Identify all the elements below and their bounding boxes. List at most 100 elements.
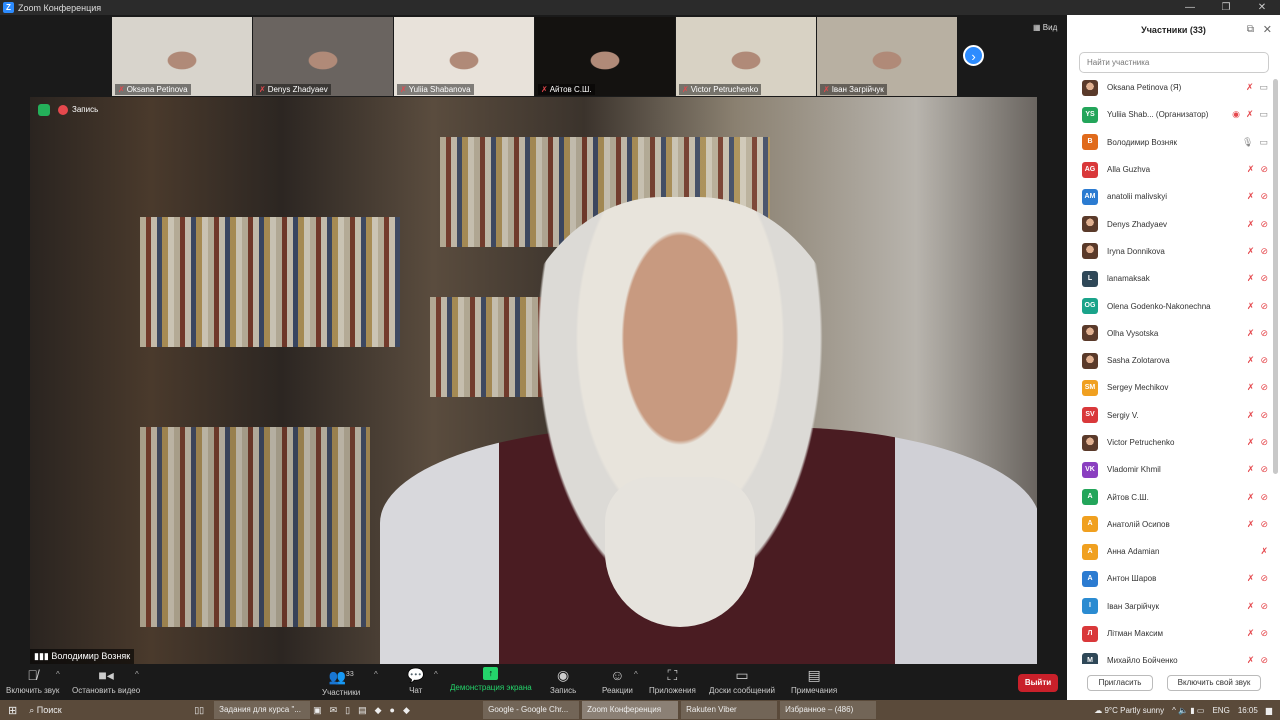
participant-thumbnail[interactable]: ✗ Oksana Petinova <box>112 17 252 96</box>
task-view-icon[interactable]: ▯▯ <box>194 705 204 716</box>
participant-row[interactable]: Л Літман Максим ✗ ⊘ <box>1067 620 1272 647</box>
muted-mic-icon: ✗ <box>1246 300 1255 311</box>
participant-name: Іван Загрійчук <box>1107 601 1160 611</box>
participant-thumbnail[interactable]: ✗ Айтов С.Ш. <box>535 17 675 96</box>
minimize-button[interactable]: — <box>1172 0 1208 15</box>
video-off-icon: ⊘ <box>1260 164 1268 175</box>
taskbar-app-chrome[interactable]: Google - Google Chr... <box>483 701 580 719</box>
participant-row[interactable]: І Іван Загрійчук ✗ ⊘ <box>1067 593 1272 620</box>
reactions-button[interactable]: ☺ Реакции <box>602 667 633 695</box>
participant-row[interactable]: Victor Petruchenko ✗ ⊘ <box>1067 429 1272 456</box>
record-button[interactable]: ◉ Запись <box>550 667 576 695</box>
video-off-icon: ⊘ <box>1260 573 1268 584</box>
participant-row[interactable]: VK Vladomir Khmil ✗ ⊘ <box>1067 456 1272 483</box>
video-off-icon: ⊘ <box>1260 382 1268 393</box>
share-screen-button[interactable]: ↑ Демонстрация экрана <box>450 667 532 692</box>
pinned-apps[interactable]: ▣✉▯▤◆●◆ <box>313 705 483 716</box>
unmute-myself-button[interactable]: Включить свой звук <box>1167 675 1261 691</box>
tray-icons[interactable]: ^ 🔈 ▮ ▭ <box>1172 706 1204 715</box>
chat-caret[interactable]: ^ <box>434 670 438 679</box>
notifications-icon[interactable]: ▆ <box>1266 706 1272 715</box>
participant-name: Антон Шаров <box>1107 574 1157 584</box>
popout-icon[interactable]: ⧉ <box>1247 24 1254 35</box>
participant-row[interactable]: Sasha Zolotarova ✗ ⊘ <box>1067 347 1272 374</box>
stop-video-button[interactable]: ■◂ Остановить видео <box>72 667 140 695</box>
video-camera-icon: ■◂ <box>98 667 114 683</box>
participant-name: Sergiy V. <box>1107 410 1139 420</box>
apps-button[interactable]: ⛶ Приложения <box>649 667 696 695</box>
recording-indicator: Запись <box>58 105 98 115</box>
participant-row[interactable]: М Михайло Бойченко ✗ ⊘ <box>1067 647 1272 664</box>
video-options-caret[interactable]: ^ <box>135 670 139 679</box>
participants-caret[interactable]: ^ <box>374 670 378 679</box>
participant-row[interactable]: AM anatolii malivskyi ✗ ⊘ <box>1067 183 1272 210</box>
weather-widget[interactable]: ☁ 9°C Partly sunny <box>1094 706 1164 715</box>
participant-row[interactable]: SM Sergey Mechikov ✗ ⊘ <box>1067 374 1272 401</box>
participant-thumbnail[interactable]: ✗ Yuliia Shabanova <box>394 17 534 96</box>
maximize-button[interactable]: ❐ <box>1208 0 1244 15</box>
participant-row[interactable]: Llanamaksak ✗ ⊘ <box>1067 265 1272 292</box>
participant-row[interactable]: А Анна Adamian ✗ <box>1067 538 1272 565</box>
zoom-logo-icon: Z <box>3 2 14 13</box>
participant-row[interactable]: Olha Vysotska ✗ ⊘ <box>1067 320 1272 347</box>
windows-start-icon[interactable]: ⊞ <box>8 704 17 717</box>
participant-search-input[interactable] <box>1079 52 1269 73</box>
close-panel-icon[interactable]: ✕ <box>1263 23 1272 36</box>
participant-row[interactable]: Iryna Donnikova ✗ ⊘ <box>1067 238 1272 265</box>
thumbnail-strip: ✗ Oksana Petinova ✗ Denys Zhadyaev ✗ Yuliia S… <box>112 17 957 96</box>
video-off-icon: ⊘ <box>1260 191 1268 202</box>
recording-icon: ◉ <box>1232 109 1240 120</box>
notes-button[interactable]: ▤ Примечания <box>791 667 837 695</box>
muted-mic-icon: ✗ <box>1246 191 1255 202</box>
participant-thumbnail[interactable]: ✗ Denys Zhadyaev <box>253 17 393 96</box>
unmute-button[interactable]: 🎙̸ Включить звук <box>6 667 59 695</box>
participant-name: lanamaksak <box>1107 274 1150 284</box>
participant-row[interactable]: SV Sergiy V. ✗ ⊘ <box>1067 402 1272 429</box>
participant-row[interactable]: Denys Zhadyaev ✗ ⊘ <box>1067 210 1272 237</box>
participant-row[interactable]: А Антон Шаров ✗ ⊘ <box>1067 565 1272 592</box>
view-button[interactable]: ▦ Вид <box>1033 23 1057 32</box>
taskbar-app-chrome-tasks[interactable]: Задания для курса "... <box>214 701 311 719</box>
audio-options-caret[interactable]: ^ <box>56 670 60 679</box>
avatar: SM <box>1082 379 1098 396</box>
participant-thumbnail[interactable]: ✗ Іван Загрійчук <box>817 17 957 96</box>
invite-button[interactable]: Пригласить <box>1087 675 1153 691</box>
participant-name: Літман Максим <box>1107 629 1164 639</box>
participant-row[interactable]: А Анатолій Осипов ✗ ⊘ <box>1067 511 1272 538</box>
taskbar-app-viber[interactable]: Rakuten Viber <box>681 701 778 719</box>
avatar: AM <box>1082 188 1098 205</box>
video-off-icon: ⊘ <box>1260 600 1268 611</box>
participant-name: Анна Adamian <box>1107 547 1160 557</box>
taskbar-app-zoom[interactable]: Zoom Конференция <box>582 701 679 719</box>
notes-icon: ▤ <box>807 667 821 683</box>
chat-button[interactable]: 💬 Чат <box>407 667 424 695</box>
avatar-photo <box>1082 79 1098 96</box>
next-page-button[interactable]: › <box>963 45 984 66</box>
participant-row[interactable]: В Володимир Возняк 🎙 ▭ <box>1067 129 1272 156</box>
avatar-photo <box>1082 352 1098 369</box>
participant-row[interactable]: YS Yuliia Shab... (Организатор) ◉ ✗ ▭ <box>1067 101 1272 128</box>
participants-button[interactable]: 👥33 Участники <box>322 667 360 697</box>
taskbar-search[interactable]: ⌕ Поиск <box>29 705 194 716</box>
avatar: А <box>1082 543 1098 560</box>
clock[interactable]: 16:05 <box>1238 706 1258 715</box>
participant-row[interactable]: OG Olena Godenko-Nakonechna ✗ ⊘ <box>1067 292 1272 319</box>
participant-thumbnail[interactable]: ✗ Victor Petruchenko <box>676 17 816 96</box>
close-button[interactable]: ✕ <box>1244 0 1280 15</box>
muted-mic-icon: ✗ <box>1246 273 1255 284</box>
muted-mic-icon: ✗ <box>1246 518 1255 529</box>
whiteboards-button[interactable]: ▭ Доски сообщений <box>709 667 775 695</box>
scrollbar[interactable] <box>1273 79 1278 474</box>
participant-row[interactable]: AG Alla Guzhva ✗ ⊘ <box>1067 156 1272 183</box>
reactions-caret[interactable]: ^ <box>634 670 638 679</box>
participant-row[interactable]: А Айтов С.Ш. ✗ ⊘ <box>1067 483 1272 510</box>
language-indicator[interactable]: ENG <box>1212 706 1229 715</box>
avatar: А <box>1082 570 1098 587</box>
taskbar-app-favorites[interactable]: Избранное – (486) <box>780 701 877 719</box>
participant-name: Sergey Mechikov <box>1107 383 1169 393</box>
video-off-icon: ⊘ <box>1260 437 1268 447</box>
avatar-photo <box>1082 243 1098 260</box>
leave-button[interactable]: Выйти <box>1018 674 1058 692</box>
participant-row[interactable]: Oksana Petinova (Я) ✗ ▭ <box>1067 74 1272 101</box>
muted-mic-icon: ✗ <box>1260 546 1268 557</box>
